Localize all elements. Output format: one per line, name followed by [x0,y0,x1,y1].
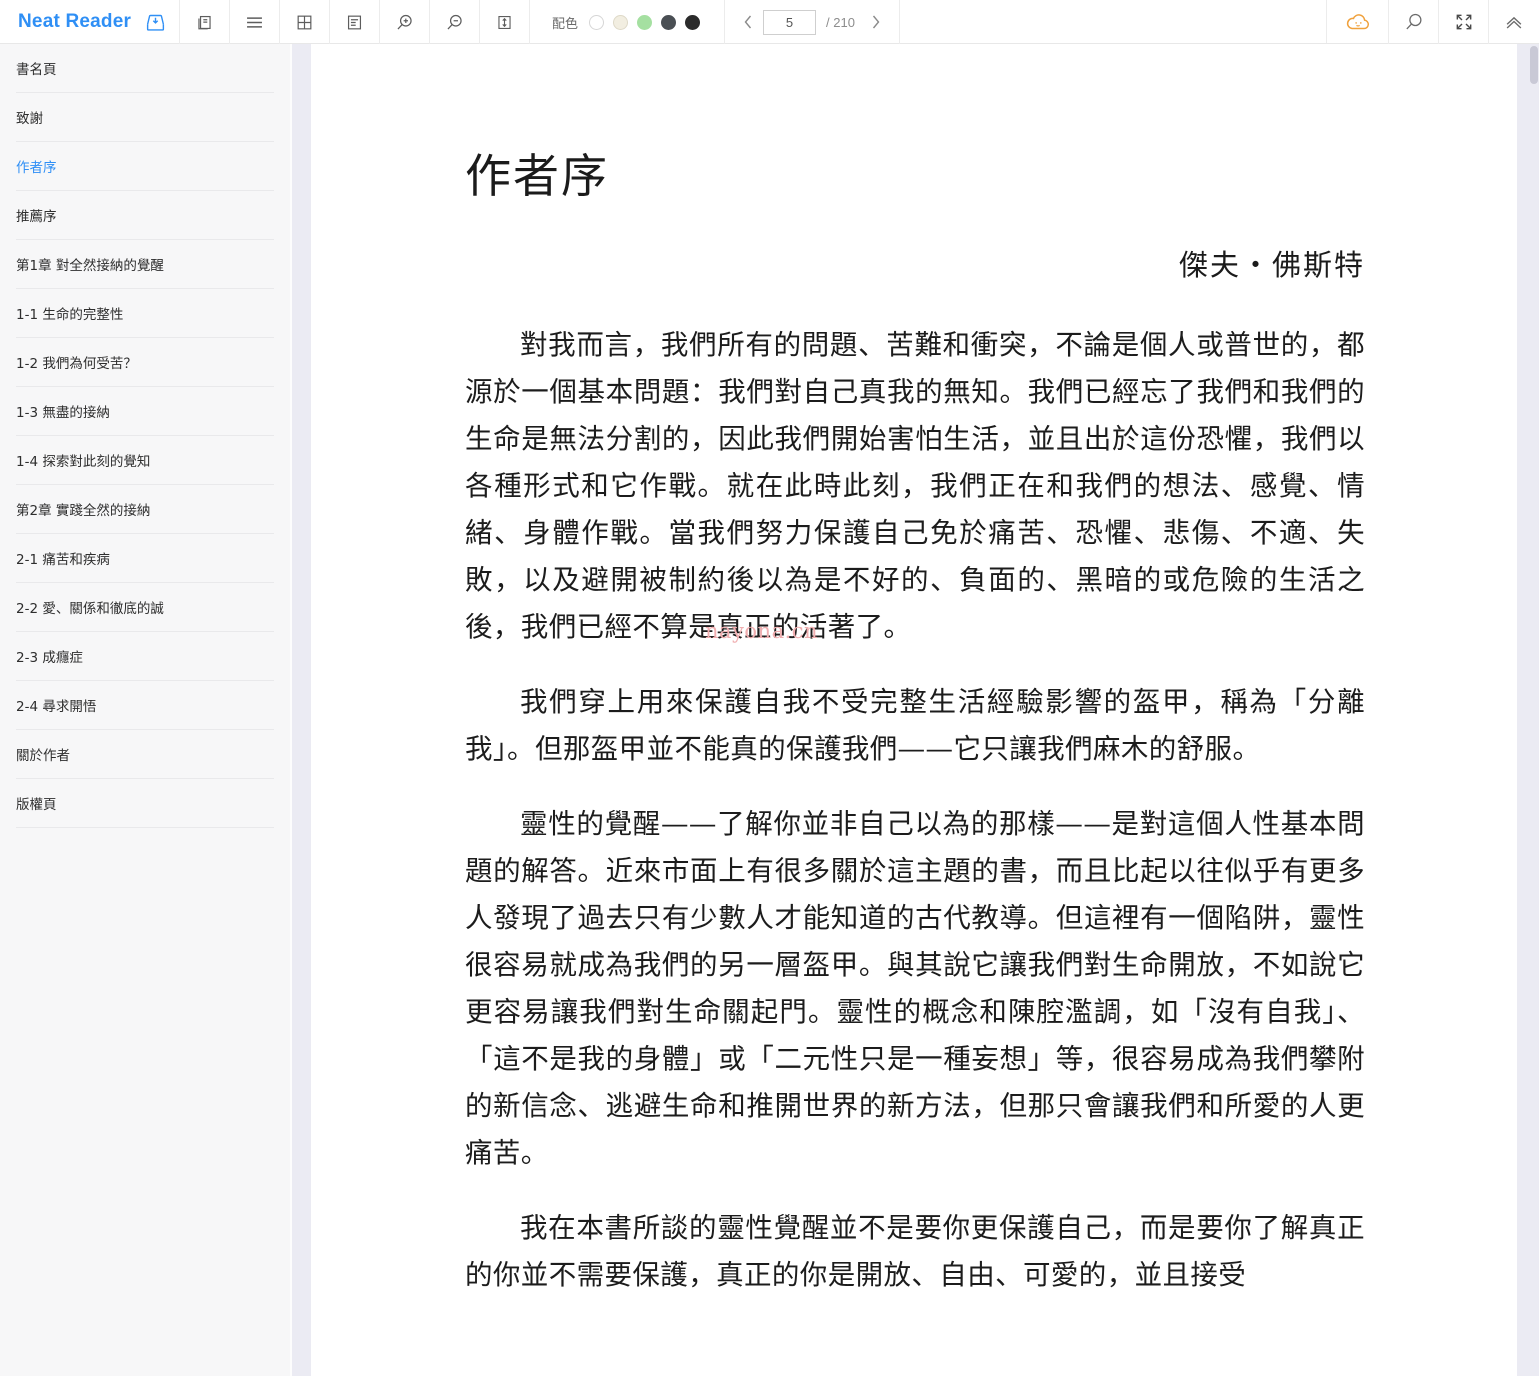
table-of-contents-sidebar: 書名頁 致謝 作者序 推薦序 第1章 對全然接納的覺醒 1-1 生命的完整性 1… [0,44,290,1376]
paragraph-2: 我們穿上用來保護自我不受完整生活經驗影響的盔甲，稱為「分離我」。但那盔甲並不能真… [465,686,1365,766]
swatch-black[interactable] [685,14,701,30]
toc-label: 第2章 實踐全然的接納 [16,503,151,519]
toc-label: 2-2 愛、關係和徹底的誠 [16,601,164,617]
color-scheme-label: 配色 [552,15,579,31]
sidebar-item-0[interactable]: 書名頁 [16,44,274,93]
toc-label: 關於作者 [16,748,70,764]
toolbar-spacer [900,0,1327,43]
sidebar-item-9[interactable]: 第2章 實踐全然的接納 [16,485,274,534]
toc-label: 1-1 生命的完整性 [16,307,124,323]
pagination-group: / 210 [725,0,900,44]
fullscreen-icon[interactable] [1439,0,1489,44]
toc-label: 致謝 [16,111,43,127]
sidebar-item-6[interactable]: 1-2 我們為何受苦？ [16,338,274,387]
sidebar-item-7[interactable]: 1-3 無盡的接納 [16,387,274,436]
prev-page-button[interactable] [735,7,761,37]
next-page-button[interactable] [863,7,889,37]
sidebar-divider [290,44,292,1376]
sidebar-scrollbar[interactable] [292,44,311,1376]
page-scrollbar-thumb[interactable] [1530,46,1538,84]
paragraph-3: 靈性的覺醒——了解你並非自己以為的那樣——是對這個人性基本問題的解答。近來市面上… [465,808,1365,1170]
collapse-up-icon[interactable] [1489,0,1539,44]
cloud-sync-icon[interactable] [1327,0,1389,44]
toc-label: 推薦序 [16,209,57,225]
total-pages-label: / 210 [826,14,855,30]
zoom-out-icon[interactable] [430,0,480,44]
toc-label: 作者序 [16,160,57,176]
book-content: 作者序 傑夫・佛斯特 對我而言，我們所有的問題、苦難和衝突，不論是個人或普世的，… [465,44,1365,1299]
toc-label: 2-4 尋求開悟 [16,699,97,715]
grid-layout-icon[interactable] [280,0,330,44]
zoom-in-icon[interactable] [380,0,430,44]
line-height-icon[interactable] [480,0,530,44]
text-layout-icon[interactable] [330,0,380,44]
main-toolbar: Neat Reader 配色 5 / 210 [0,0,1539,44]
brand-area: Neat Reader [0,0,180,44]
sidebar-item-2[interactable]: 作者序 [16,142,274,191]
sidebar-item-12[interactable]: 2-3 成癮症 [16,632,274,681]
page-scrollbar[interactable] [1517,44,1539,1376]
toc-label: 2-3 成癮症 [16,650,83,666]
sidebar-item-11[interactable]: 2-2 愛、關係和徹底的誠 [16,583,274,632]
toc-label: 書名頁 [16,62,57,78]
swatch-white[interactable] [589,14,605,30]
toc-label: 第1章 對全然接納的覺醒 [16,258,164,274]
book-pages-icon[interactable] [180,0,230,44]
swatch-sepia[interactable] [613,14,629,30]
swatch-dark-gray[interactable] [661,14,677,30]
reader-pane: 作者序 傑夫・佛斯特 對我而言，我們所有的問題、苦難和衝突，不論是個人或普世的，… [311,44,1519,1376]
paragraph-1: 對我而言，我們所有的問題、苦難和衝突，不論是個人或普世的，都源於一個基本問題：我… [465,329,1365,644]
page-number-input[interactable] [763,9,817,35]
sidebar-item-3[interactable]: 推薦序 [16,191,274,240]
toc-list: 書名頁 致謝 作者序 推薦序 第1章 對全然接納的覺醒 1-1 生命的完整性 1… [0,44,290,828]
author-byline: 傑夫・佛斯特 [1178,248,1365,283]
sidebar-item-1[interactable]: 致謝 [16,93,274,142]
paragraph-4: 我在本書所談的靈性覺醒並不是要你更保護自己，而是要你了解真正的你並不需要保護，真… [465,1212,1365,1292]
save-to-library-icon[interactable] [145,12,166,33]
sidebar-item-8[interactable]: 1-4 探索對此刻的覺知 [16,436,274,485]
toolbar-right-group [1327,0,1539,44]
toc-label: 1-2 我們為何受苦？ [16,356,137,372]
search-icon[interactable] [1389,0,1439,44]
page-title: 作者序 [465,149,609,203]
menu-list-icon[interactable] [230,0,280,44]
color-scheme-group: 配色 [530,0,725,44]
swatch-green[interactable] [637,14,653,30]
sidebar-item-5[interactable]: 1-1 生命的完整性 [16,289,274,338]
sidebar-item-15[interactable]: 版權頁 [16,779,274,828]
toc-label: 1-4 探索對此刻的覺知 [16,454,151,470]
sidebar-item-13[interactable]: 2-4 尋求開悟 [16,681,274,730]
sidebar-item-14[interactable]: 關於作者 [16,730,274,779]
toc-label: 版權頁 [16,797,57,813]
toc-label: 1-3 無盡的接納 [16,405,110,421]
app-title: Neat Reader [18,11,132,32]
sidebar-item-4[interactable]: 第1章 對全然接納的覺醒 [16,240,274,289]
sidebar-item-10[interactable]: 2-1 痛苦和疾病 [16,534,274,583]
toc-label: 2-1 痛苦和疾病 [16,552,110,568]
